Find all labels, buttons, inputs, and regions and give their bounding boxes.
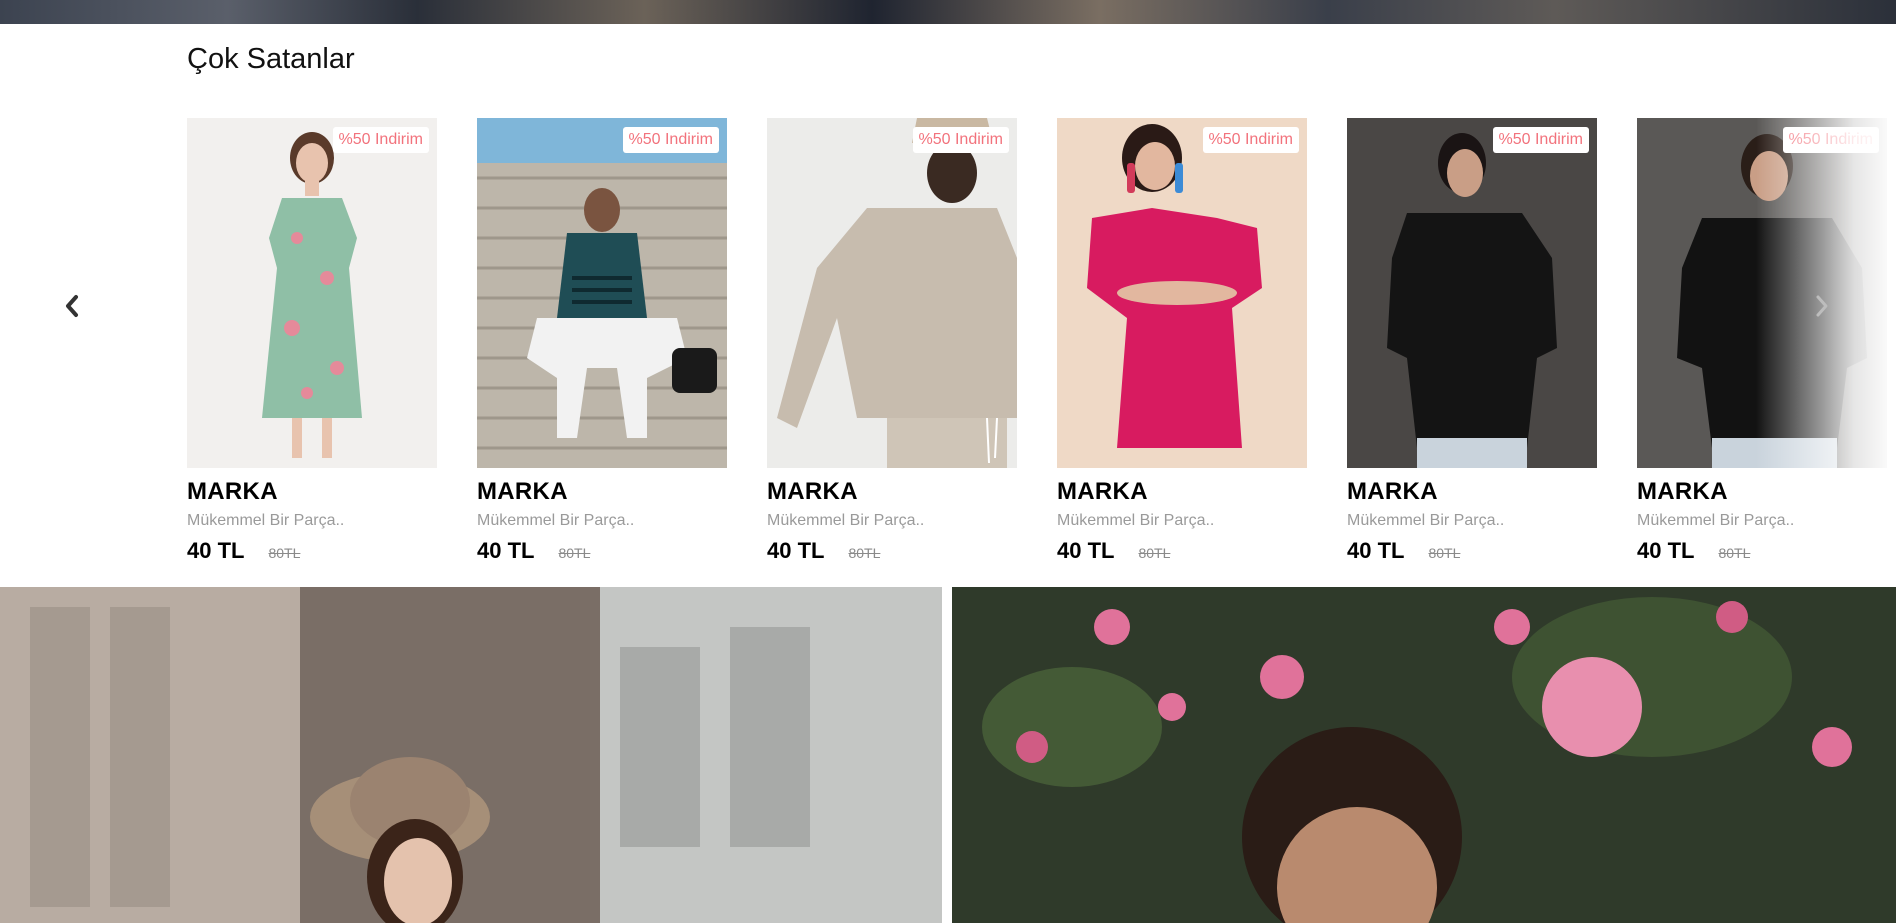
woman-floral-dress-photo <box>187 118 437 468</box>
product-image[interactable]: %50 Indirim <box>477 118 727 468</box>
product-old-price: 80TL <box>1428 545 1461 561</box>
carousel-next-button[interactable] <box>1802 286 1842 326</box>
hero-image-strip <box>0 0 1896 24</box>
product-image[interactable]: %50 Indirim <box>187 118 437 468</box>
product-price: 40 TL <box>1347 538 1405 563</box>
product-brand[interactable]: MARKA <box>187 478 437 506</box>
product-card[interactable]: %50 Indirim MARKA Mükemmel Bir Parça.. 4… <box>767 118 1017 564</box>
man-black-shirt-2-photo <box>1637 118 1887 468</box>
product-old-price: 80TL <box>268 545 301 561</box>
discount-badge: %50 Indirim <box>912 127 1009 153</box>
product-price: 40 TL <box>1637 538 1695 563</box>
price-row: 40 TL 80TL <box>187 538 437 564</box>
price-row: 40 TL 80TL <box>1347 538 1597 564</box>
product-image[interactable]: %50 Indirim <box>1637 118 1887 468</box>
product-image[interactable]: %50 Indirim <box>1347 118 1597 468</box>
discount-badge: %50 Indirim <box>332 127 429 153</box>
product-description: Mükemmel Bir Parça.. <box>187 512 345 529</box>
chevron-left-icon <box>66 295 78 317</box>
product-image[interactable]: %50 Indirim <box>767 118 1017 468</box>
product-price: 40 TL <box>767 538 825 563</box>
product-description: Mükemmel Bir Parça.. <box>1637 512 1795 529</box>
price-row: 40 TL 80TL <box>1057 538 1307 564</box>
product-brand[interactable]: MARKA <box>1347 478 1597 506</box>
carousel-track: %50 Indirim MARKA Mükemmel Bir Parça.. 4… <box>187 118 1896 578</box>
woman-pink-dress-photo <box>1057 118 1307 468</box>
product-old-price: 80TL <box>848 545 881 561</box>
price-row: 40 TL 80TL <box>477 538 727 564</box>
man-flowers-photo <box>952 587 1896 923</box>
section-title: Çok Satanlar <box>187 43 355 75</box>
product-price: 40 TL <box>187 538 245 563</box>
promo-banner-women[interactable] <box>0 587 942 923</box>
discount-badge: %50 Indirim <box>1202 127 1299 153</box>
product-brand[interactable]: MARKA <box>767 478 1017 506</box>
carousel-prev-button[interactable] <box>52 286 92 326</box>
bestsellers-carousel: %50 Indirim MARKA Mükemmel Bir Parça.. 4… <box>0 100 1896 570</box>
man-on-stairs-photo <box>477 118 727 468</box>
product-brand[interactable]: MARKA <box>1057 478 1307 506</box>
product-description: Mükemmel Bir Parça.. <box>477 512 635 529</box>
product-price: 40 TL <box>477 538 535 563</box>
product-description: Mükemmel Bir Parça.. <box>1347 512 1505 529</box>
product-old-price: 80TL <box>1718 545 1751 561</box>
product-card[interactable]: %50 Indirim MARKA Mükemmel Bir Parça.. 4… <box>477 118 727 564</box>
discount-badge: %50 Indirim <box>1782 127 1879 153</box>
woman-hat-street-photo <box>0 587 942 923</box>
product-description: Mükemmel Bir Parça.. <box>1057 512 1215 529</box>
product-card[interactable]: %50 Indirim MARKA Mükemmel Bir Parça.. 4… <box>1637 118 1887 564</box>
discount-badge: %50 Indirim <box>622 127 719 153</box>
price-row: 40 TL 80TL <box>1637 538 1887 564</box>
product-image[interactable]: %50 Indirim <box>1057 118 1307 468</box>
man-beige-sweatshirt-photo <box>767 118 1017 468</box>
product-brand[interactable]: MARKA <box>477 478 727 506</box>
product-brand[interactable]: MARKA <box>1637 478 1887 506</box>
promo-banner-men[interactable] <box>952 587 1896 923</box>
product-card[interactable]: %50 Indirim MARKA Mükemmel Bir Parça.. 4… <box>1347 118 1597 564</box>
product-card[interactable]: %50 Indirim MARKA Mükemmel Bir Parça.. 4… <box>1057 118 1307 564</box>
discount-badge: %50 Indirim <box>1492 127 1589 153</box>
product-card[interactable]: %50 Indirim MARKA Mükemmel Bir Parça.. 4… <box>187 118 437 564</box>
page: Çok Satanlar %50 Indirim MARKA Mükemmel … <box>0 0 1896 923</box>
product-old-price: 80TL <box>558 545 591 561</box>
product-price: 40 TL <box>1057 538 1115 563</box>
product-description: Mükemmel Bir Parça.. <box>767 512 925 529</box>
price-row: 40 TL 80TL <box>767 538 1017 564</box>
chevron-right-icon <box>1816 295 1828 317</box>
promo-banners <box>0 587 1896 923</box>
product-old-price: 80TL <box>1138 545 1171 561</box>
man-black-shirt-photo <box>1347 118 1597 468</box>
